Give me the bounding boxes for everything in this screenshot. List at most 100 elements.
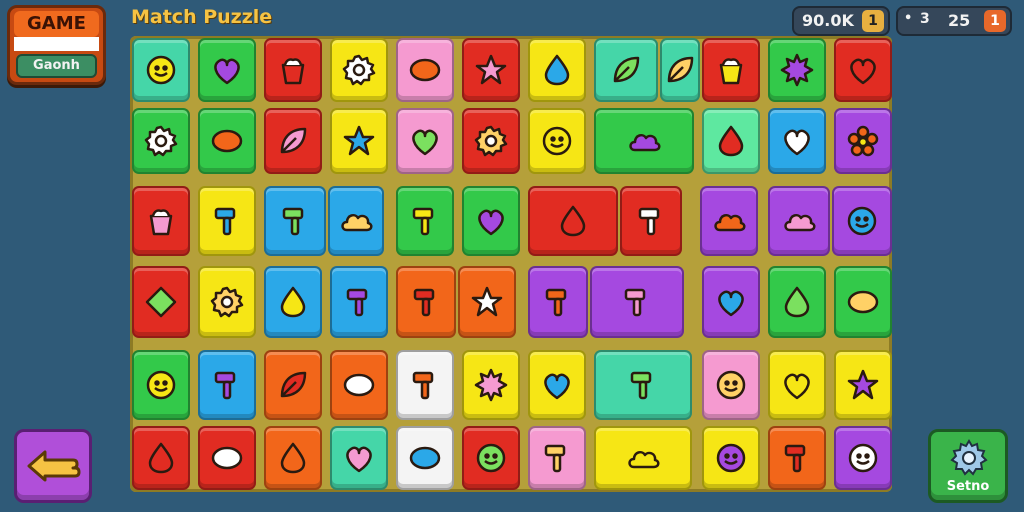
moves-badge: 1 — [984, 10, 1006, 32]
puzzle-tile[interactable] — [700, 186, 758, 256]
back-button[interactable] — [14, 429, 92, 503]
puzzle-tile[interactable] — [594, 108, 694, 174]
puzzle-tile[interactable] — [132, 350, 190, 420]
fire-icon — [784, 373, 810, 400]
sun-icon — [474, 368, 508, 402]
puzzle-tile[interactable] — [528, 350, 586, 420]
acorn-icon — [280, 286, 306, 318]
puzzle-tile[interactable] — [590, 266, 684, 338]
puzzle-tile[interactable] — [594, 350, 692, 420]
wing-icon — [714, 213, 746, 232]
puzzle-tile[interactable] — [620, 186, 682, 256]
puzzle-tile[interactable] — [462, 426, 520, 490]
face-icon — [848, 443, 878, 473]
puzzle-tile[interactable] — [330, 350, 388, 420]
puzzle-tile[interactable] — [462, 38, 520, 102]
heart-icon — [784, 129, 810, 156]
puzzle-tile[interactable] — [198, 266, 256, 338]
puzzle-tile[interactable] — [768, 108, 826, 174]
leaf-icon — [667, 56, 694, 83]
face-icon — [716, 370, 746, 400]
puzzle-tile[interactable] — [834, 108, 892, 174]
puzzle-tile[interactable] — [594, 38, 658, 102]
star-icon — [471, 286, 503, 317]
palette-icon — [343, 373, 375, 397]
puzzle-tile[interactable] — [834, 426, 892, 490]
puzzle-tile[interactable] — [264, 38, 322, 102]
puzzle-tile[interactable] — [330, 38, 388, 102]
puzzle-tile[interactable] — [264, 266, 322, 338]
number-9-icon — [409, 58, 441, 82]
puzzle-tile[interactable] — [328, 186, 384, 256]
puzzle-tile[interactable] — [330, 108, 388, 174]
puzzle-tile[interactable] — [768, 350, 826, 420]
puzzle-tile[interactable] — [462, 186, 520, 256]
moves-value-a: 3 — [920, 11, 930, 27]
puzzle-tile[interactable] — [834, 38, 892, 102]
puzzle-tile[interactable] — [396, 266, 456, 338]
diamond-icon — [145, 286, 177, 318]
puzzle-tile[interactable] — [834, 266, 892, 338]
puzzle-tile[interactable] — [528, 108, 586, 174]
puzzle-tile[interactable] — [396, 186, 454, 256]
score-badge: 1 — [862, 10, 884, 32]
puzzle-tile[interactable] — [198, 350, 256, 420]
puzzle-tile[interactable] — [528, 426, 586, 490]
puzzle-tile[interactable] — [458, 266, 516, 338]
settings-button[interactable]: Setno — [928, 429, 1008, 503]
puzzle-tile[interactable] — [264, 426, 322, 490]
puzzle-tile[interactable] — [132, 266, 190, 338]
puzzle-tile[interactable] — [330, 426, 388, 490]
sun-face-icon — [146, 55, 176, 85]
puzzle-tile[interactable] — [528, 266, 588, 338]
puzzle-tile[interactable] — [132, 108, 190, 174]
puzzle-tile[interactable] — [834, 350, 892, 420]
puzzle-tile[interactable] — [132, 426, 190, 490]
key-icon — [282, 207, 304, 236]
puzzle-tile[interactable] — [702, 108, 760, 174]
game-board — [130, 36, 892, 492]
puzzle-tile[interactable] — [702, 266, 760, 338]
puzzle-tile[interactable] — [768, 426, 826, 490]
potato-icon — [718, 125, 744, 157]
puzzle-tile[interactable] — [396, 350, 454, 420]
puzzle-tile[interactable] — [462, 108, 520, 174]
puzzle-tile[interactable] — [132, 186, 190, 256]
bug-icon — [409, 446, 441, 470]
rocket-icon — [412, 371, 434, 400]
puzzle-tile[interactable] — [198, 426, 256, 490]
puzzle-tile[interactable] — [768, 186, 830, 256]
puzzle-tile[interactable] — [396, 426, 454, 490]
puzzle-tile[interactable] — [198, 108, 256, 174]
puzzle-tile[interactable] — [702, 350, 760, 420]
puzzle-tile[interactable] — [198, 38, 256, 102]
puzzle-tile[interactable] — [832, 186, 892, 256]
heart-icon — [850, 58, 876, 85]
puzzle-tile[interactable] — [702, 38, 760, 102]
gear-icon — [144, 125, 178, 157]
puzzle-tile[interactable] — [396, 38, 454, 102]
logo-stripe — [14, 37, 99, 51]
puzzle-tile[interactable] — [594, 426, 692, 490]
puzzle-tile[interactable] — [132, 38, 190, 102]
puzzle-tile[interactable] — [660, 38, 700, 102]
puzzle-tile[interactable] — [198, 186, 256, 256]
puzzle-tile[interactable] — [768, 38, 826, 102]
puzzle-tile[interactable] — [264, 350, 322, 420]
star-icon — [847, 369, 879, 400]
puzzle-tile[interactable] — [330, 266, 388, 338]
puzzle-tile[interactable] — [768, 266, 826, 338]
score-panel: 90.0K 1 — [792, 6, 890, 36]
heart-icon — [346, 446, 372, 473]
puzzle-tile[interactable] — [396, 108, 454, 174]
scissors-icon — [544, 444, 566, 473]
bottle-icon — [624, 288, 646, 317]
puzzle-tile[interactable] — [528, 186, 618, 256]
drop-face-icon — [544, 54, 570, 86]
puzzle-tile[interactable] — [264, 186, 326, 256]
gear-icon — [474, 125, 508, 157]
puzzle-tile[interactable] — [702, 426, 760, 490]
puzzle-tile[interactable] — [264, 108, 322, 174]
puzzle-tile[interactable] — [462, 350, 520, 420]
puzzle-tile[interactable] — [528, 38, 586, 102]
